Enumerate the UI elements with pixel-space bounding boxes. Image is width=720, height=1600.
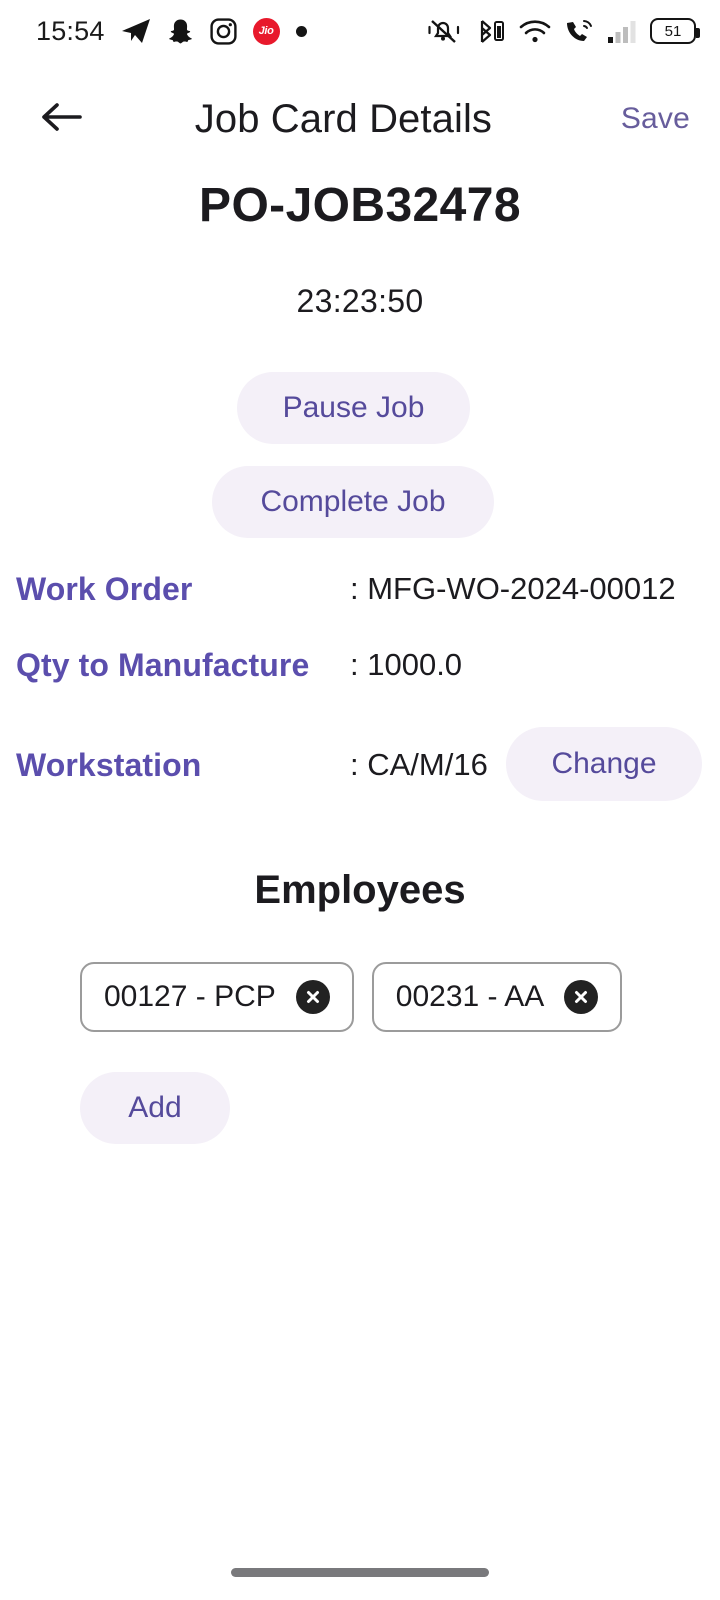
employee-chip-label: 00231 - AA: [395, 980, 545, 1013]
detail-label-workstation: Workstation: [16, 746, 202, 783]
close-circle-icon[interactable]: [295, 980, 330, 1014]
employee-chip-label: 00127 - PCP: [104, 980, 276, 1013]
job-card-id: PO-JOB32478: [199, 179, 521, 232]
cellular-signal-icon: [607, 19, 637, 44]
add-employee-button[interactable]: Add: [80, 1072, 230, 1144]
pause-job-button[interactable]: Pause Job: [237, 372, 470, 444]
battery-icon: 51: [650, 18, 700, 44]
instagram-icon: [209, 17, 237, 45]
detail-text: 1000.0: [367, 647, 463, 682]
phone-screen: 15:54 Jio 51 Job Card Details Save PO-JO…: [0, 0, 720, 1600]
employee-chip[interactable]: 00231 - AA: [371, 962, 623, 1032]
detail-text: MFG-WO-2024-00012: [367, 571, 676, 606]
status-bar-right: 51: [427, 17, 700, 45]
detail-row-qty-to-manufacture: Qty to Manufacture : 1000.0: [0, 641, 720, 689]
detail-label-qty-to-manufacture: Qty to Manufacture: [16, 646, 310, 683]
save-button[interactable]: Save: [615, 94, 696, 144]
detail-label-work-order: Work Order: [16, 570, 193, 607]
employee-chips-list: 00127 - PCP 00231 - AA: [80, 962, 700, 1032]
page-title: Job Card Details: [194, 96, 493, 141]
jio-icon: Jio: [252, 17, 280, 45]
telegram-icon: [121, 18, 151, 44]
status-bar: 15:54 Jio 51: [0, 0, 720, 62]
close-circle-icon[interactable]: [564, 980, 599, 1014]
wifi-calling-icon: [564, 18, 594, 44]
detail-separator: :: [350, 747, 368, 782]
bluetooth-battery-icon: [474, 17, 506, 45]
wifi-icon: [519, 19, 551, 44]
vibrate-mute-icon: [427, 17, 461, 45]
app-bar: Job Card Details Save: [0, 80, 720, 158]
detail-row-work-order: Work Order : MFG-WO-2024-00012: [0, 565, 720, 613]
employees-section-title: Employees: [254, 868, 466, 912]
job-timer: 23:23:50: [296, 283, 424, 319]
snapchat-icon: [167, 18, 194, 45]
status-bar-clock: 15:54: [36, 15, 105, 46]
home-indicator[interactable]: [231, 1568, 489, 1577]
status-bar-left: 15:54 Jio: [36, 16, 307, 47]
detail-separator: :: [350, 571, 368, 606]
employee-chip[interactable]: 00127 - PCP: [80, 962, 354, 1032]
dot-indicator-icon: [295, 25, 307, 37]
complete-job-button[interactable]: Complete Job: [212, 466, 494, 538]
detail-value-work-order: : MFG-WO-2024-00012: [350, 571, 676, 607]
detail-text: CA/M/16: [367, 747, 488, 782]
detail-separator: :: [350, 647, 368, 682]
detail-value-qty-to-manufacture: : 1000.0: [350, 647, 462, 683]
detail-value-workstation: : CA/M/16: [350, 747, 488, 783]
change-workstation-button[interactable]: Change: [506, 727, 702, 801]
